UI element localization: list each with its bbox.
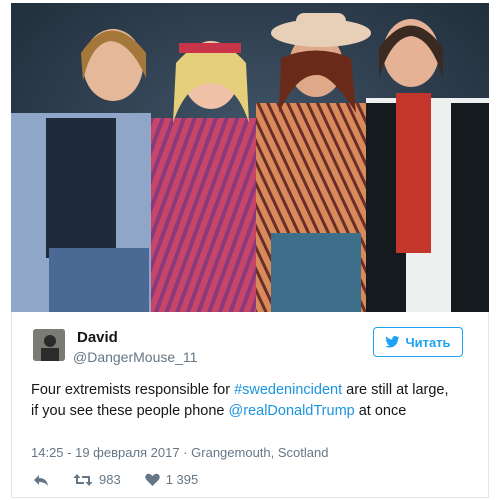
tweet-text: Four extremists responsible for #swedeni…	[31, 380, 451, 422]
twitter-bird-icon	[385, 336, 400, 348]
tweet-actions: 983 1 395	[33, 472, 222, 487]
retweet-icon	[73, 473, 93, 486]
user-handle[interactable]: @DangerMouse_11	[73, 349, 197, 365]
follow-button[interactable]: Читать	[373, 327, 463, 357]
like-count: 1 395	[165, 472, 199, 487]
tweet-card: David @DangerMouse_11 Читать Four extrem…	[11, 312, 489, 498]
reply-icon	[34, 474, 48, 486]
like-button[interactable]: 1 395	[144, 472, 199, 487]
tweet-timestamp-location[interactable]: 14:25 - 19 февраля 2017 · Grangemouth, S…	[31, 445, 328, 460]
retweet-button[interactable]: 983	[73, 472, 121, 487]
mention-link[interactable]: @realDonaldTrump	[229, 403, 355, 419]
tweet-photo[interactable]	[11, 3, 489, 312]
display-name[interactable]: David	[77, 329, 118, 346]
tweet-text-part1: Four extremists responsible for	[31, 382, 235, 398]
reply-button[interactable]	[33, 473, 49, 487]
retweet-count: 983	[99, 472, 121, 487]
tweet-text-part3: at once	[354, 403, 407, 419]
follow-button-label: Читать	[405, 334, 451, 350]
hashtag-link[interactable]: #swedenincident	[234, 382, 342, 398]
heart-icon	[144, 473, 160, 486]
avatar[interactable]	[33, 329, 65, 361]
avatar-image	[33, 329, 65, 361]
band-photo-illustration	[11, 3, 489, 312]
